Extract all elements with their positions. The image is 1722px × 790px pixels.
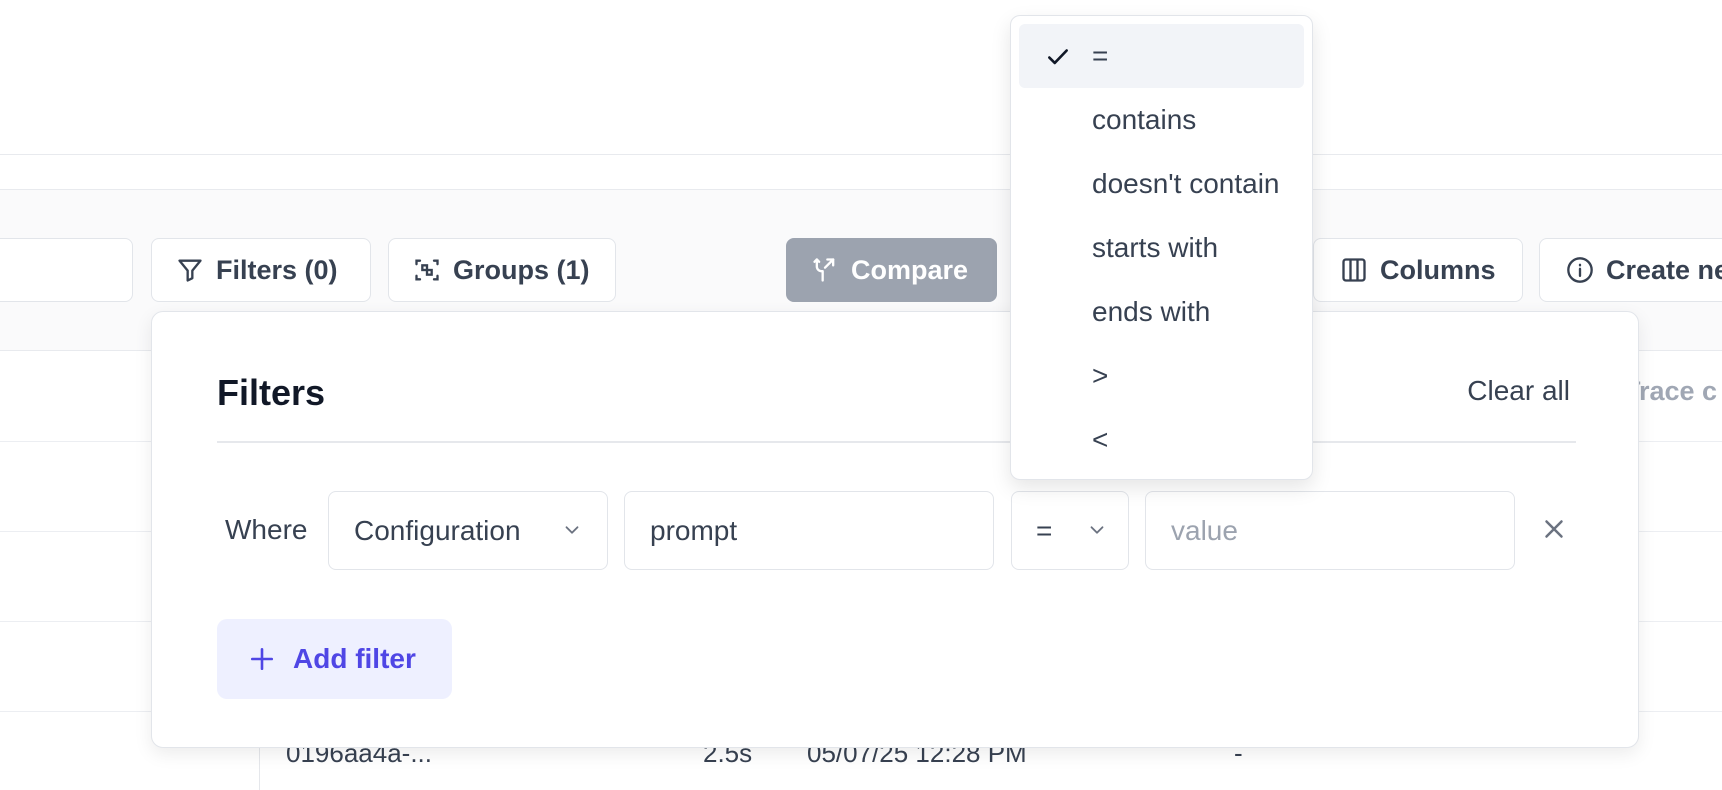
value-input-placeholder: value — [1171, 514, 1238, 546]
key-input-value: prompt — [650, 514, 738, 546]
filters-panel: Filters Clear all Where Configuration pr… — [151, 311, 1639, 748]
operator-option-label: doesn't contain — [1092, 168, 1280, 199]
field-select[interactable]: Configuration — [328, 491, 608, 570]
compare-icon — [813, 258, 835, 282]
operator-option-label: < — [1092, 424, 1109, 455]
filter-icon — [178, 259, 202, 282]
operator-select[interactable]: = — [1011, 491, 1129, 570]
operator-option-ends-with[interactable]: ends with — [1019, 280, 1304, 344]
filters-button-label: Filters (0) — [216, 254, 338, 285]
operator-option-doesnt-contain[interactable]: doesn't contain — [1019, 152, 1304, 216]
operator-option-greater-than[interactable]: > — [1019, 344, 1304, 408]
filters-button[interactable]: Filters (0) — [151, 238, 371, 302]
columns-icon — [1342, 258, 1366, 282]
operator-option-starts-with[interactable]: starts with — [1019, 216, 1304, 280]
clear-all-button[interactable]: Clear all — [1467, 375, 1570, 407]
key-input[interactable]: prompt — [624, 491, 994, 570]
add-filter-label: Add filter — [293, 643, 416, 674]
value-input[interactable]: value — [1145, 491, 1515, 570]
plus-icon — [250, 647, 274, 671]
panel-divider — [217, 441, 1576, 443]
close-icon[interactable] — [1539, 514, 1569, 544]
info-icon — [1567, 257, 1593, 283]
groups-button[interactable]: Groups (1) — [388, 238, 616, 302]
create-button-label: Create ne — [1606, 254, 1722, 285]
top-area — [0, 0, 1722, 155]
chevron-down-icon — [1090, 526, 1104, 534]
search-input[interactable] — [0, 238, 133, 302]
operator-select-value: = — [1036, 514, 1053, 546]
chevron-down-icon — [565, 526, 579, 534]
operator-option-label: = — [1092, 40, 1109, 71]
create-button[interactable]: Create ne — [1539, 238, 1722, 302]
operator-option-label: > — [1092, 360, 1109, 391]
operator-option-equals[interactable]: = — [1019, 24, 1304, 88]
operator-option-label: contains — [1092, 104, 1197, 135]
groups-icon — [415, 259, 439, 281]
compare-button-label: Compare — [851, 254, 969, 285]
operator-dropdown-menu: = contains doesn't contain starts with e… — [1010, 15, 1313, 480]
field-select-value: Configuration — [354, 514, 521, 546]
columns-button[interactable]: Columns — [1313, 238, 1523, 302]
filters-panel-title: Filters — [217, 372, 326, 413]
operator-option-less-than[interactable]: < — [1019, 408, 1304, 472]
operator-option-label: ends with — [1092, 296, 1211, 327]
operator-option-label: starts with — [1092, 232, 1219, 263]
where-label: Where — [225, 514, 308, 545]
add-filter-button[interactable]: Add filter — [217, 619, 452, 699]
columns-button-label: Columns — [1380, 254, 1496, 285]
compare-button[interactable]: Compare — [786, 238, 997, 302]
check-icon — [1048, 49, 1068, 65]
operator-option-contains[interactable]: contains — [1019, 88, 1304, 152]
groups-button-label: Groups (1) — [453, 254, 590, 285]
